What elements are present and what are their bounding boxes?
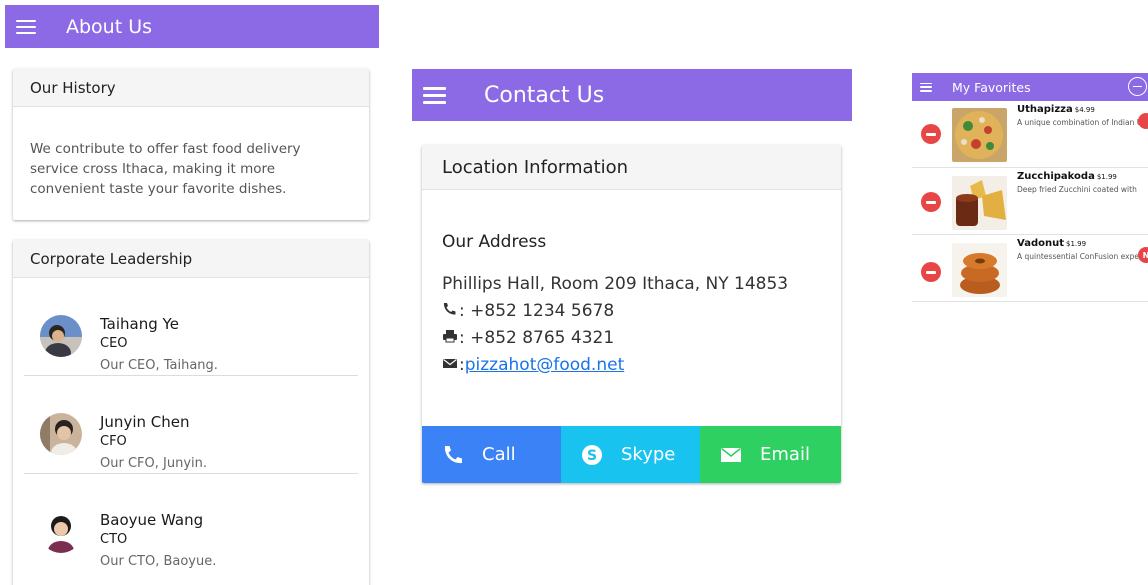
address-text: Phillips Hall, Room 209 Ithaca, NY 14853 xyxy=(442,274,789,294)
leader-item: Taihang Ye CEO Our CEO, Taihang. xyxy=(24,278,358,376)
dish-name: Zucchipakoda xyxy=(1017,171,1095,182)
address-heading: Our Address xyxy=(442,232,547,252)
call-button[interactable]: Call xyxy=(422,426,561,483)
dish-name-line: Zucchipakoda $1.99 xyxy=(1017,171,1117,182)
dish-image xyxy=(952,243,1007,297)
dish-description: A unique combination of Indian Uthappam xyxy=(1017,118,1148,127)
dish-price: $1.99 xyxy=(1066,240,1087,248)
email-label: Email xyxy=(760,444,810,465)
leader-role: CTO xyxy=(100,532,128,547)
email-line: : pizzahot@food.net xyxy=(442,355,624,375)
dish-description: A quintessential ConFusion experience xyxy=(1017,252,1148,261)
phone-number: : +852 1234 5678 xyxy=(459,301,615,321)
dish-image xyxy=(952,108,1007,162)
about-toolbar: About Us xyxy=(5,5,379,48)
leadership-card: Corporate Leadership Taihang Ye CEO Our … xyxy=(13,240,369,585)
favorite-item[interactable]: Uthapizza $4.99 A unique combination of I… xyxy=(912,101,1148,168)
avatar xyxy=(40,315,82,357)
badge: N xyxy=(1138,247,1148,263)
leader-description: Our CTO, Baoyue. xyxy=(100,554,217,569)
contact-title: Contact Us xyxy=(484,82,605,108)
leader-item: Junyin Chen CFO Our CFO, Junyin. xyxy=(24,376,358,474)
contact-button-row: Call S Skype Email xyxy=(422,426,841,483)
skype-label: Skype xyxy=(621,444,676,465)
leader-item: Baoyue Wang CTO Our CTO, Baoyue. xyxy=(24,474,358,572)
history-card: Our History We contribute to offer fast … xyxy=(13,69,369,220)
menu-icon[interactable] xyxy=(423,86,446,104)
menu-icon[interactable] xyxy=(920,82,932,92)
dish-name: Uthapizza xyxy=(1017,104,1073,115)
dish-image xyxy=(952,176,1007,230)
skype-icon: S xyxy=(581,444,603,466)
favorites-title: My Favorites xyxy=(952,79,1031,95)
dish-price: $4.99 xyxy=(1074,106,1095,114)
location-header: Location Information xyxy=(422,145,841,190)
dish-description: Deep fried Zucchini coated with xyxy=(1017,185,1137,194)
email-link[interactable]: pizzahot@food.net xyxy=(465,355,625,375)
fax-icon xyxy=(442,328,458,348)
favorite-item[interactable]: Zucchipakoda $1.99 Deep fried Zucchini co… xyxy=(912,168,1148,235)
favorites-toolbar: My Favorites xyxy=(912,73,1148,101)
avatar xyxy=(40,413,82,455)
phone-icon xyxy=(442,444,464,466)
delete-icon[interactable] xyxy=(921,192,941,212)
avatar xyxy=(40,511,82,553)
leader-name: Baoyue Wang xyxy=(100,511,204,529)
history-text: We contribute to offer fast food deliver… xyxy=(30,141,301,197)
envelope-icon xyxy=(442,355,458,375)
delete-icon[interactable] xyxy=(921,262,941,282)
leader-name: Junyin Chen xyxy=(100,413,190,431)
favorite-item[interactable]: Vadonut $1.99 A quintessential ConFusion … xyxy=(912,235,1148,302)
about-title: About Us xyxy=(66,15,153,38)
leader-name: Taihang Ye xyxy=(100,315,179,333)
email-button[interactable]: Email xyxy=(700,426,841,483)
fax-number: : +852 8765 4321 xyxy=(459,328,615,348)
leader-role: CFO xyxy=(100,434,127,449)
leader-description: Our CFO, Junyin. xyxy=(100,456,207,471)
call-label: Call xyxy=(482,444,516,465)
delete-icon[interactable] xyxy=(921,124,941,144)
remove-circle-icon[interactable] xyxy=(1128,77,1147,96)
location-card: Location Information Our Address Phillip… xyxy=(422,145,841,483)
svg-text:S: S xyxy=(587,448,597,464)
envelope-icon xyxy=(720,447,742,463)
leader-role: CEO xyxy=(100,336,128,351)
phone-icon xyxy=(442,301,458,321)
skype-button[interactable]: S Skype xyxy=(561,426,700,483)
dish-price: $1.99 xyxy=(1096,173,1117,181)
phone-line: : +852 1234 5678 xyxy=(442,301,614,321)
dish-name-line: Vadonut $1.99 xyxy=(1017,238,1086,249)
dish-name: Vadonut xyxy=(1017,238,1064,249)
menu-icon[interactable] xyxy=(16,19,36,34)
fax-line: : +852 8765 4321 xyxy=(442,328,614,348)
history-header: Our History xyxy=(13,69,369,107)
leadership-header: Corporate Leadership xyxy=(13,240,369,278)
badge xyxy=(1138,113,1148,129)
contact-toolbar: Contact Us xyxy=(412,69,852,121)
leader-description: Our CEO, Taihang. xyxy=(100,358,218,373)
dish-name-line: Uthapizza $4.99 xyxy=(1017,104,1095,115)
